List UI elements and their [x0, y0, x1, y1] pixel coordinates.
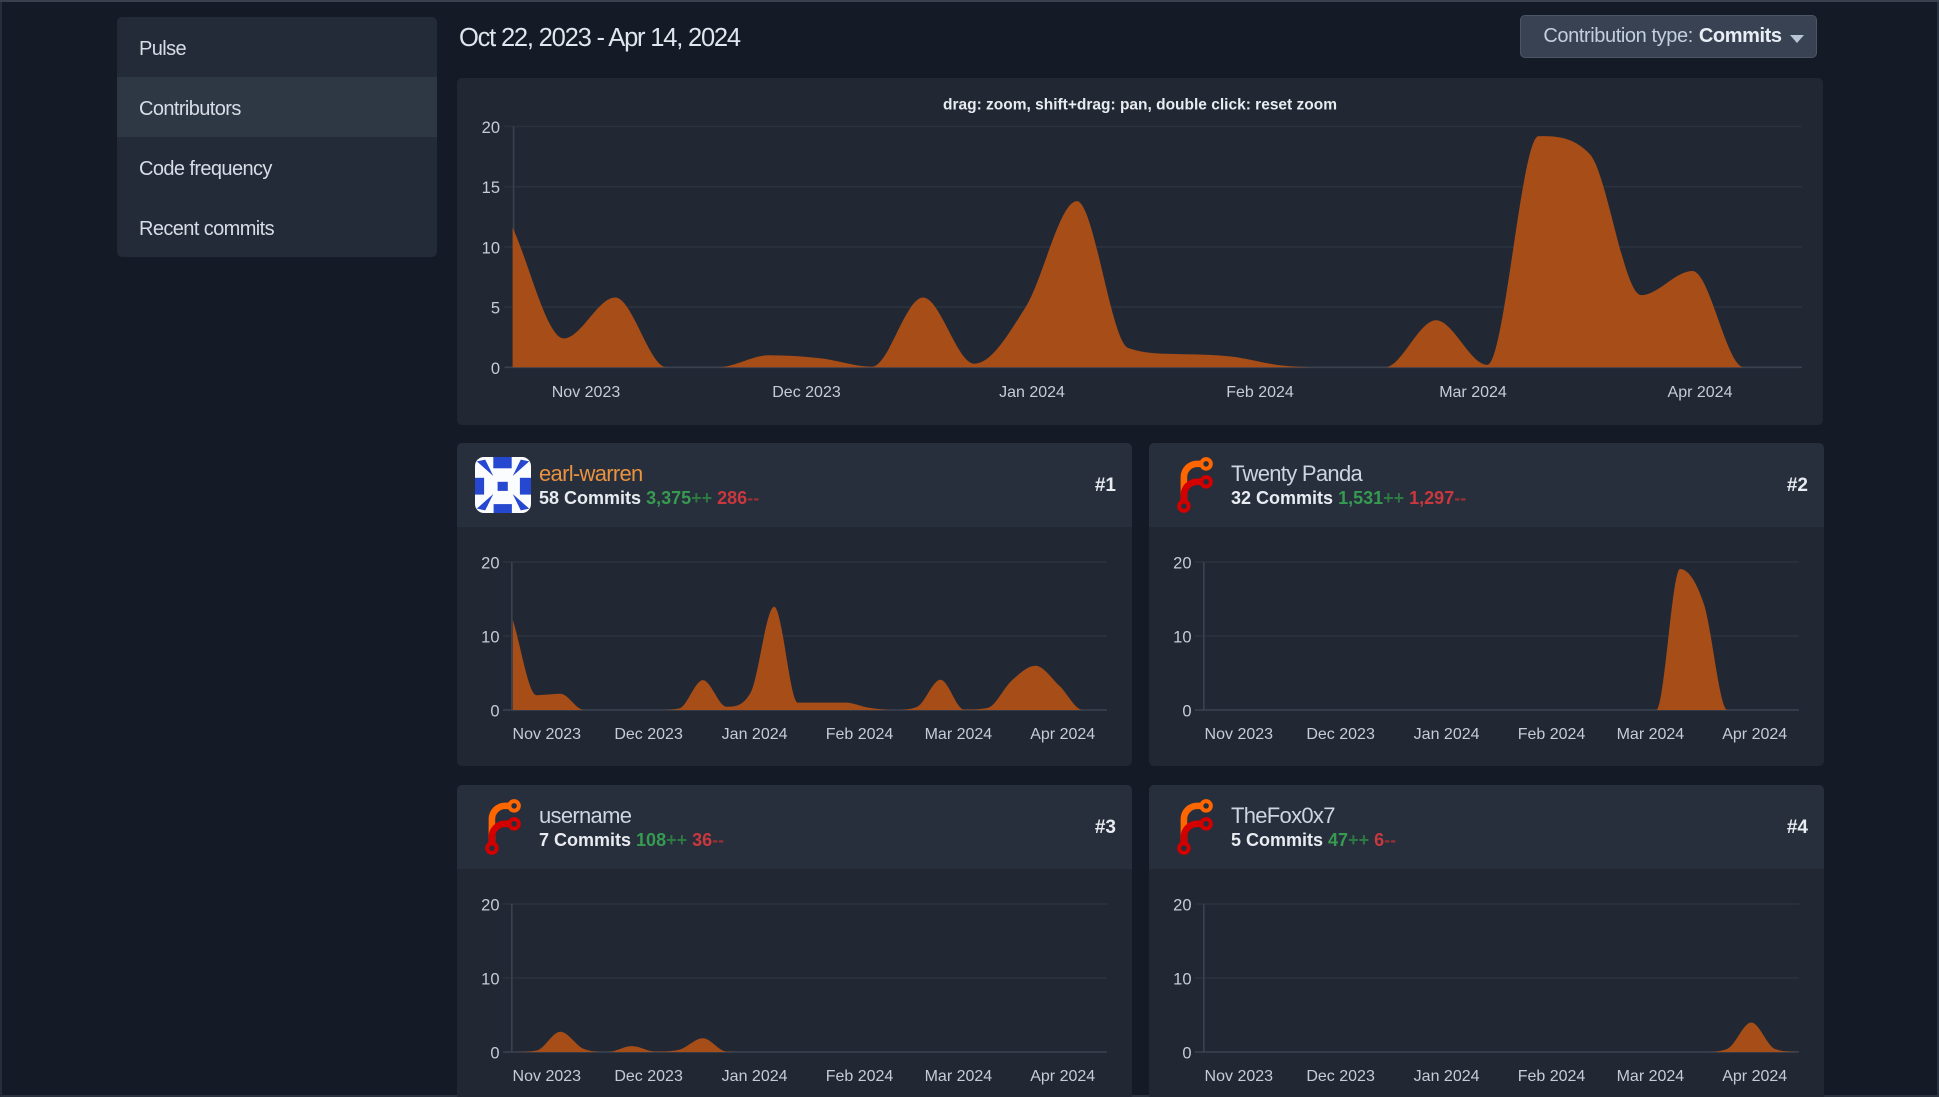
svg-text:Mar 2024: Mar 2024 [1617, 726, 1685, 743]
svg-text:10: 10 [1173, 971, 1191, 989]
svg-text:Dec 2023: Dec 2023 [1306, 726, 1375, 743]
svg-text:Nov 2023: Nov 2023 [513, 726, 582, 743]
svg-text:Apr 2024: Apr 2024 [1030, 726, 1095, 743]
svg-text:drag: zoom, shift+drag: pan, d: drag: zoom, shift+drag: pan, double clic… [943, 97, 1337, 114]
svg-text:10: 10 [482, 239, 500, 257]
svg-text:Feb 2024: Feb 2024 [826, 1068, 894, 1085]
svg-text:Mar 2024: Mar 2024 [1439, 384, 1507, 401]
svg-text:Nov 2023: Nov 2023 [513, 1068, 582, 1085]
svg-text:Dec 2023: Dec 2023 [1306, 1068, 1375, 1085]
svg-text:20: 20 [1173, 555, 1191, 573]
svg-text:10: 10 [481, 629, 499, 647]
svg-text:Feb 2024: Feb 2024 [826, 726, 894, 743]
svg-text:Dec 2023: Dec 2023 [772, 384, 841, 401]
svg-text:Feb 2024: Feb 2024 [1226, 384, 1294, 401]
svg-text:Feb 2024: Feb 2024 [1518, 1068, 1586, 1085]
svg-text:Nov 2023: Nov 2023 [1205, 726, 1274, 743]
svg-text:Jan 2024: Jan 2024 [1414, 726, 1480, 743]
svg-text:0: 0 [1182, 703, 1191, 721]
svg-text:20: 20 [481, 555, 499, 573]
svg-text:Apr 2024: Apr 2024 [1668, 384, 1733, 401]
svg-text:20: 20 [481, 897, 499, 915]
svg-text:5: 5 [491, 300, 500, 318]
svg-text:Apr 2024: Apr 2024 [1030, 1068, 1095, 1085]
svg-text:Jan 2024: Jan 2024 [999, 384, 1065, 401]
svg-text:Mar 2024: Mar 2024 [925, 1068, 993, 1085]
svg-text:0: 0 [1182, 1045, 1191, 1063]
svg-text:Nov 2023: Nov 2023 [552, 384, 621, 401]
svg-text:Mar 2024: Mar 2024 [1617, 1068, 1685, 1085]
svg-text:Mar 2024: Mar 2024 [925, 726, 993, 743]
svg-text:Feb 2024: Feb 2024 [1518, 726, 1586, 743]
svg-text:10: 10 [1173, 629, 1191, 647]
svg-text:10: 10 [481, 971, 499, 989]
svg-text:15: 15 [482, 179, 500, 197]
svg-text:Dec 2023: Dec 2023 [614, 726, 683, 743]
svg-text:Apr 2024: Apr 2024 [1722, 726, 1787, 743]
svg-text:Dec 2023: Dec 2023 [614, 1068, 683, 1085]
svg-text:Jan 2024: Jan 2024 [1414, 1068, 1480, 1085]
svg-text:20: 20 [1173, 897, 1191, 915]
svg-text:0: 0 [491, 360, 500, 378]
svg-text:0: 0 [490, 1045, 499, 1063]
svg-text:Apr 2024: Apr 2024 [1722, 1068, 1787, 1085]
svg-text:Jan 2024: Jan 2024 [722, 1068, 788, 1085]
svg-text:20: 20 [482, 119, 500, 137]
svg-text:Jan 2024: Jan 2024 [722, 726, 788, 743]
svg-text:Nov 2023: Nov 2023 [1205, 1068, 1274, 1085]
svg-text:0: 0 [490, 703, 499, 721]
